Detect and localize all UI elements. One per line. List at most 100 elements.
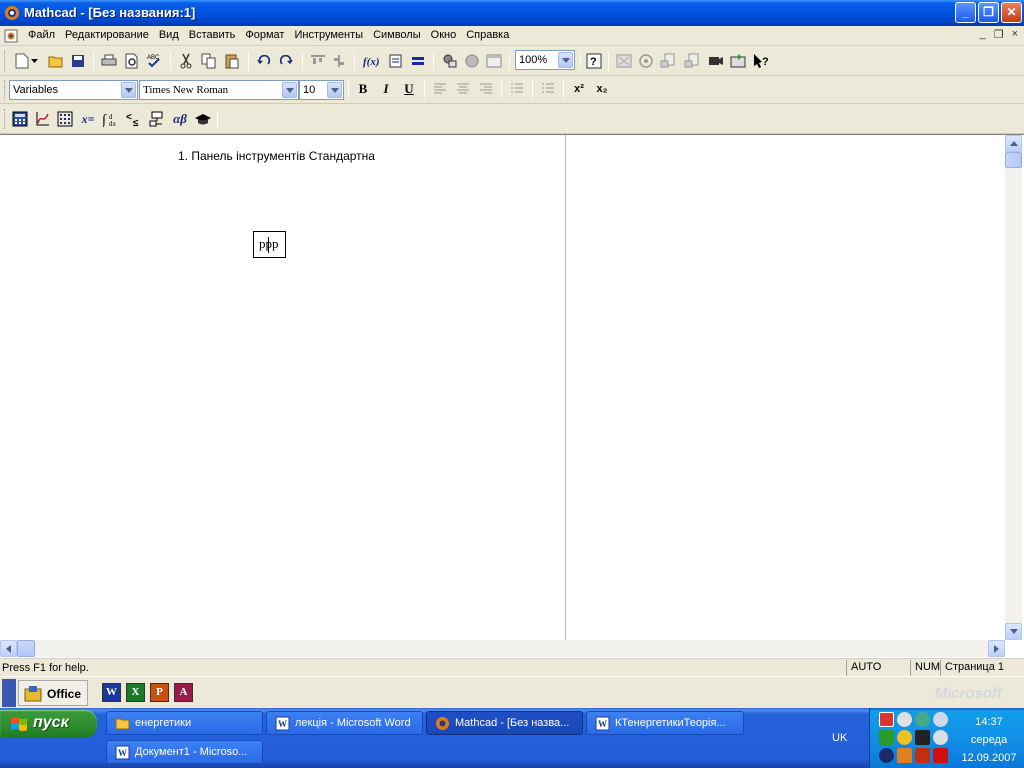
new-dropdown-icon[interactable] — [28, 52, 40, 70]
matrix-icon[interactable] — [55, 110, 75, 128]
toolbar-grip[interactable] — [4, 109, 7, 129]
scroll-right-arrow-icon[interactable] — [988, 640, 1005, 657]
tray-green-icon[interactable] — [879, 730, 894, 745]
mdi-restore-button[interactable]: ❐ — [994, 28, 1004, 41]
print-preview-icon[interactable] — [122, 52, 142, 70]
excel-app-icon[interactable]: X — [126, 683, 145, 702]
video-icon[interactable] — [706, 52, 726, 70]
numbering-icon[interactable] — [538, 80, 558, 98]
tray-speaker-icon[interactable] — [933, 712, 948, 727]
save-disk-icon[interactable] — [68, 52, 88, 70]
subscript-button[interactable]: x₂ — [592, 80, 612, 98]
superscript-button[interactable]: x² — [569, 80, 589, 98]
horizontal-scrollbar[interactable] — [0, 640, 1005, 657]
menu-item[interactable]: Инструменты — [290, 29, 369, 41]
restore-button[interactable]: ❐ — [978, 2, 999, 23]
scroll-left-arrow-icon[interactable] — [0, 640, 17, 657]
greek-button[interactable]: αβ — [170, 110, 190, 128]
tray-disk-icon[interactable] — [933, 730, 948, 745]
menu-item[interactable]: Редактирование — [61, 29, 155, 41]
align-right-icon[interactable] — [476, 80, 496, 98]
word-app-icon[interactable]: W — [102, 683, 121, 702]
web-icon[interactable] — [636, 52, 656, 70]
tray-media-icon[interactable] — [879, 748, 894, 763]
sheet-lock-icon[interactable] — [658, 52, 678, 70]
copy-icon[interactable] — [199, 52, 219, 70]
menu-item[interactable]: Символы — [369, 29, 427, 41]
align-down-icon[interactable] — [329, 52, 349, 70]
office-button[interactable]: Office — [18, 680, 88, 706]
resource-window-icon[interactable] — [484, 52, 504, 70]
align-left-icon[interactable] — [430, 80, 450, 98]
resource-center-icon[interactable] — [729, 52, 749, 70]
spell-check-icon[interactable]: ABC — [144, 52, 164, 70]
tray-kaspersky-icon[interactable] — [933, 748, 948, 763]
size-dropdown-arrow-icon[interactable] — [327, 82, 342, 98]
taskbar-button[interactable]: Wлекція - Microsoft Word — [266, 711, 423, 735]
access-app-icon[interactable]: A — [174, 683, 193, 702]
mdi-close-button[interactable]: × — [1012, 28, 1018, 41]
taskbar-button[interactable]: Mathcad - [Без назва... — [426, 711, 583, 735]
tray-sun-icon[interactable] — [897, 730, 912, 745]
undo-icon[interactable] — [254, 52, 274, 70]
zoom-dropdown-arrow-icon[interactable] — [558, 52, 573, 68]
calculator-icon[interactable] — [10, 110, 30, 128]
language-indicator[interactable]: UK — [832, 732, 847, 744]
align-top-icon[interactable] — [308, 52, 328, 70]
tray-tool-icon[interactable] — [915, 730, 930, 745]
tray-calendar-icon[interactable] — [915, 748, 930, 763]
font-size-combobox[interactable]: 10 — [299, 80, 344, 100]
menu-item[interactable]: Справка — [462, 29, 515, 41]
bold-button[interactable]: B — [353, 80, 373, 98]
align-center-icon[interactable] — [453, 80, 473, 98]
tray-sync-icon[interactable] — [915, 712, 930, 727]
menu-item[interactable]: Вид — [155, 29, 185, 41]
mathcad-app-icon[interactable] — [4, 5, 20, 21]
paste-icon[interactable] — [222, 52, 242, 70]
mdi-minimize-button[interactable]: _ — [980, 28, 986, 41]
graph-icon[interactable] — [32, 110, 52, 128]
menu-item[interactable]: Вставить — [185, 29, 242, 41]
symbolic-icon[interactable] — [193, 110, 213, 128]
run-script-icon[interactable] — [462, 52, 482, 70]
style-dropdown-arrow-icon[interactable] — [121, 82, 136, 98]
style-combobox[interactable]: Variables — [9, 80, 138, 100]
document-icon[interactable] — [4, 29, 18, 43]
scroll-up-arrow-icon[interactable] — [1005, 135, 1022, 152]
cut-icon[interactable] — [176, 52, 196, 70]
scroll-down-arrow-icon[interactable] — [1005, 623, 1022, 640]
tray-antivirus-icon[interactable] — [879, 712, 894, 727]
tray-network-icon[interactable] — [897, 712, 912, 727]
print-icon[interactable] — [99, 52, 119, 70]
taskbar-button[interactable]: W КТенергетикиТеорія... — [586, 711, 744, 735]
calculus-icon[interactable]: ∫ d dx — [101, 110, 121, 128]
insert-component-icon[interactable] — [440, 52, 460, 70]
start-button[interactable]: пуск — [0, 710, 97, 738]
horizontal-scroll-thumb[interactable] — [17, 640, 35, 657]
whats-this-icon[interactable]: ? — [752, 52, 772, 70]
vertical-scroll-thumb[interactable] — [1005, 152, 1022, 168]
tray-pen-icon[interactable] — [897, 748, 912, 763]
boolean-icon[interactable]: < ≤ — [124, 110, 144, 128]
insert-function-icon[interactable]: f(x) — [362, 52, 382, 70]
clock[interactable]: 14:37 середа 12.09.2007 — [954, 713, 1024, 767]
bullets-icon[interactable] — [507, 80, 527, 98]
worksheet[interactable]: 1. Панель інструментів Стандартна ppp — [0, 134, 1024, 658]
taskbar-button[interactable]: енергетики — [106, 711, 263, 735]
menu-item[interactable]: Формат — [241, 29, 290, 41]
vertical-scrollbar[interactable] — [1005, 135, 1022, 640]
underline-button[interactable]: U — [399, 80, 419, 98]
help-icon[interactable]: ? — [584, 52, 604, 70]
insert-unit-icon[interactable] — [386, 52, 406, 70]
toolbar-grip[interactable] — [4, 80, 7, 100]
powerpoint-app-icon[interactable]: P — [150, 683, 169, 702]
toolbar-grip[interactable] — [4, 51, 7, 71]
close-button[interactable]: ✕ — [1001, 2, 1022, 23]
minimize-button[interactable]: _ — [955, 2, 976, 23]
zoom-combobox[interactable]: 100% — [515, 50, 575, 70]
office-bar-logo-icon[interactable] — [2, 679, 16, 707]
text-region-heading[interactable]: 1. Панель інструментів Стандартна — [178, 149, 375, 163]
calculate-icon[interactable] — [408, 52, 428, 70]
programming-icon[interactable] — [147, 110, 167, 128]
evaluation-button[interactable]: x= — [78, 110, 98, 128]
